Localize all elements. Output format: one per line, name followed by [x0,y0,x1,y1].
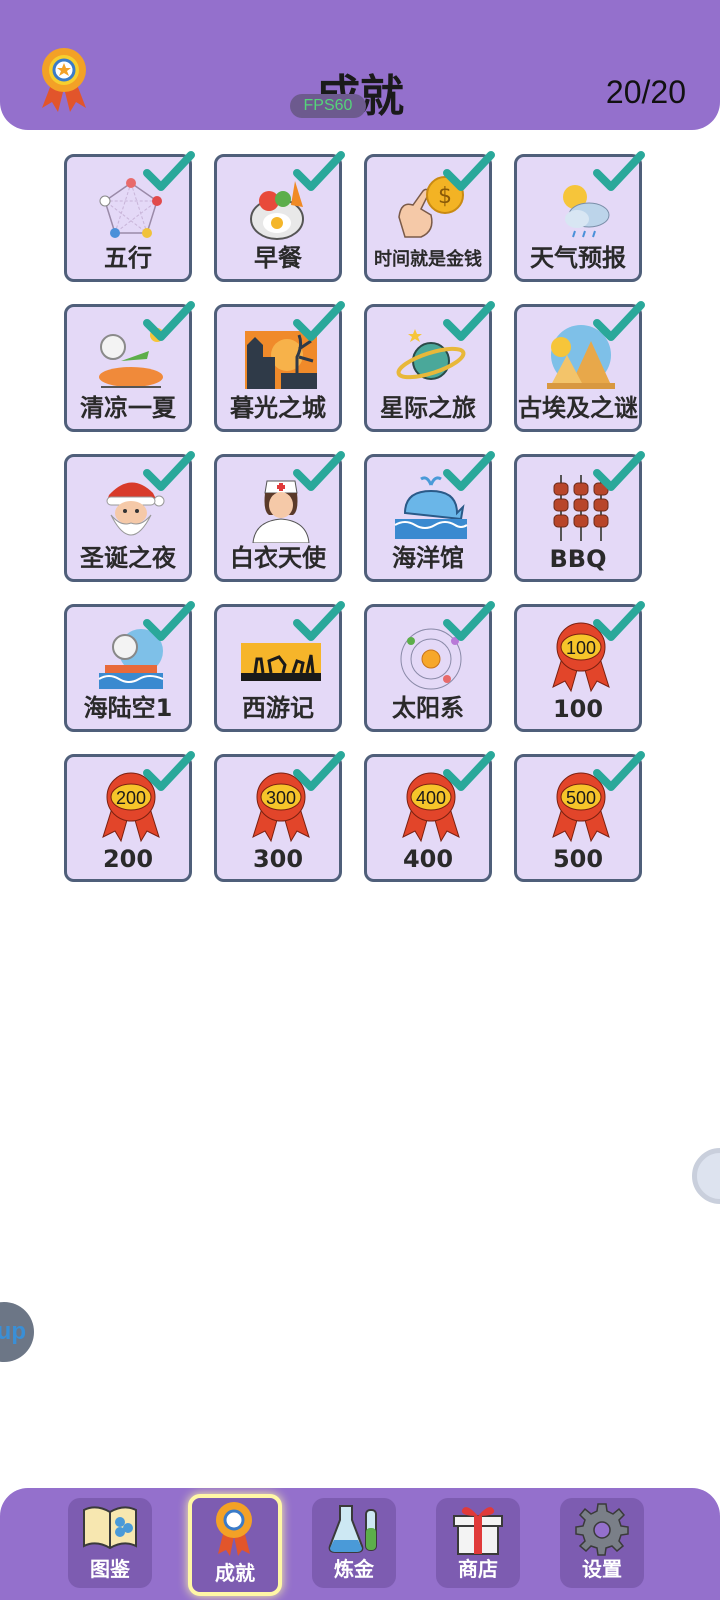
achievement-card[interactable]: 早餐 [214,151,345,282]
achievement-counter: 20/20 [605,74,686,110]
floating-up-button[interactable]: up [0,1302,34,1362]
tab-alchemy[interactable]: 炼金 [312,1498,396,1588]
achievement-card[interactable]: 100 100 [514,601,645,732]
achievement-card[interactable]: 圣诞之夜 [64,451,195,582]
checkmark-icon [143,751,195,791]
achievement-label: 星际之旅 [380,394,476,422]
achievement-card[interactable]: 天气预报 [514,151,645,282]
achievement-label: BBQ [549,545,607,573]
tab-achievements[interactable]: 成就 [188,1494,282,1596]
checkmark-icon [293,301,345,341]
svg-text:100: 100 [566,638,596,658]
achievement-label: 圣诞之夜 [80,544,176,572]
tab-label: 图鉴 [90,1557,130,1581]
checkmark-icon [443,601,495,641]
achievement-label: 白衣天使 [230,544,326,572]
achievement-card[interactable]: BBQ [514,451,645,582]
top-header: 成就 20/20 FPS60 [0,0,720,130]
achievement-label: 300 [252,845,304,873]
achievement-card[interactable]: 清凉一夏 [64,301,195,432]
achievement-card[interactable]: $ 时间就是金钱 [364,151,495,282]
achievement-card[interactable]: 500 500 [514,751,645,882]
achievement-label: 海洋馆 [392,544,464,572]
bottom-tab-bar: 图鉴 成就 炼金 商店 设置 [0,1488,720,1600]
medal-icon [216,1502,252,1556]
checkmark-icon [593,601,645,641]
checkmark-icon [143,451,195,491]
achievement-label: 时间就是金钱 [374,249,482,270]
checkmark-icon [143,601,195,641]
tab-collection[interactable]: 图鉴 [68,1498,152,1588]
svg-text:400: 400 [416,788,446,808]
achievement-card[interactable]: 古埃及之谜 [514,301,645,432]
tab-settings[interactable]: 设置 [560,1498,644,1588]
checkmark-icon [293,451,345,491]
achievement-card[interactable]: 太阳系 [364,601,495,732]
achievement-card[interactable]: 400 400 [364,751,495,882]
achievement-card[interactable]: 星际之旅 [364,301,495,432]
tab-label: 设置 [582,1557,622,1581]
gift-icon [453,1507,503,1555]
tab-shop[interactable]: 商店 [436,1498,520,1588]
achievement-label: 暮光之城 [230,394,326,422]
achievement-card[interactable]: 海陆空1 [64,601,195,732]
checkmark-icon [143,151,195,191]
book-icon [83,1506,137,1550]
achievement-label: 五行 [104,244,152,272]
achievement-label: 海陆空1 [83,694,173,722]
achievement-label: 早餐 [254,244,302,272]
achievement-label: 清凉一夏 [80,394,176,422]
achievement-card[interactable]: 西游记 [214,601,345,732]
checkmark-icon [593,301,645,341]
svg-text:200: 200 [116,788,146,808]
flask-icon [328,1505,377,1553]
floating-assistant-button[interactable] [692,1148,720,1204]
achievement-label: 西游记 [242,694,314,722]
checkmark-icon [443,301,495,341]
tab-label: 商店 [458,1557,498,1581]
achievement-label: 500 [552,845,604,873]
achievement-card[interactable]: 五行 [64,151,195,282]
checkmark-icon [443,151,495,191]
achievement-card[interactable]: 暮光之城 [214,301,345,432]
svg-text:500: 500 [566,788,596,808]
achievement-label: 太阳系 [392,694,464,722]
achievement-card[interactable]: 300 300 [214,751,345,882]
achievement-label: 天气预报 [530,244,626,272]
svg-text:300: 300 [266,788,296,808]
tab-label: 成就 [215,1561,255,1585]
checkmark-icon [293,601,345,641]
achievement-label: 古埃及之谜 [518,394,638,422]
achievement-card[interactable]: 200 200 [64,751,195,882]
achievement-label: 200 [102,845,154,873]
checkmark-icon [593,451,645,491]
checkmark-icon [443,751,495,791]
achievement-card[interactable]: 海洋馆 [364,451,495,582]
checkmark-icon [593,751,645,791]
checkmark-icon [293,751,345,791]
achievement-label: 400 [402,845,454,873]
tab-label: 炼金 [334,1557,374,1581]
fps-indicator: FPS60 [290,94,366,118]
achievement-label: 100 [552,695,604,723]
checkmark-icon [143,301,195,341]
gear-icon [575,1503,629,1556]
checkmark-icon [293,151,345,191]
achievement-card[interactable]: 白衣天使 [214,451,345,582]
checkmark-icon [443,451,495,491]
checkmark-icon [593,151,645,191]
